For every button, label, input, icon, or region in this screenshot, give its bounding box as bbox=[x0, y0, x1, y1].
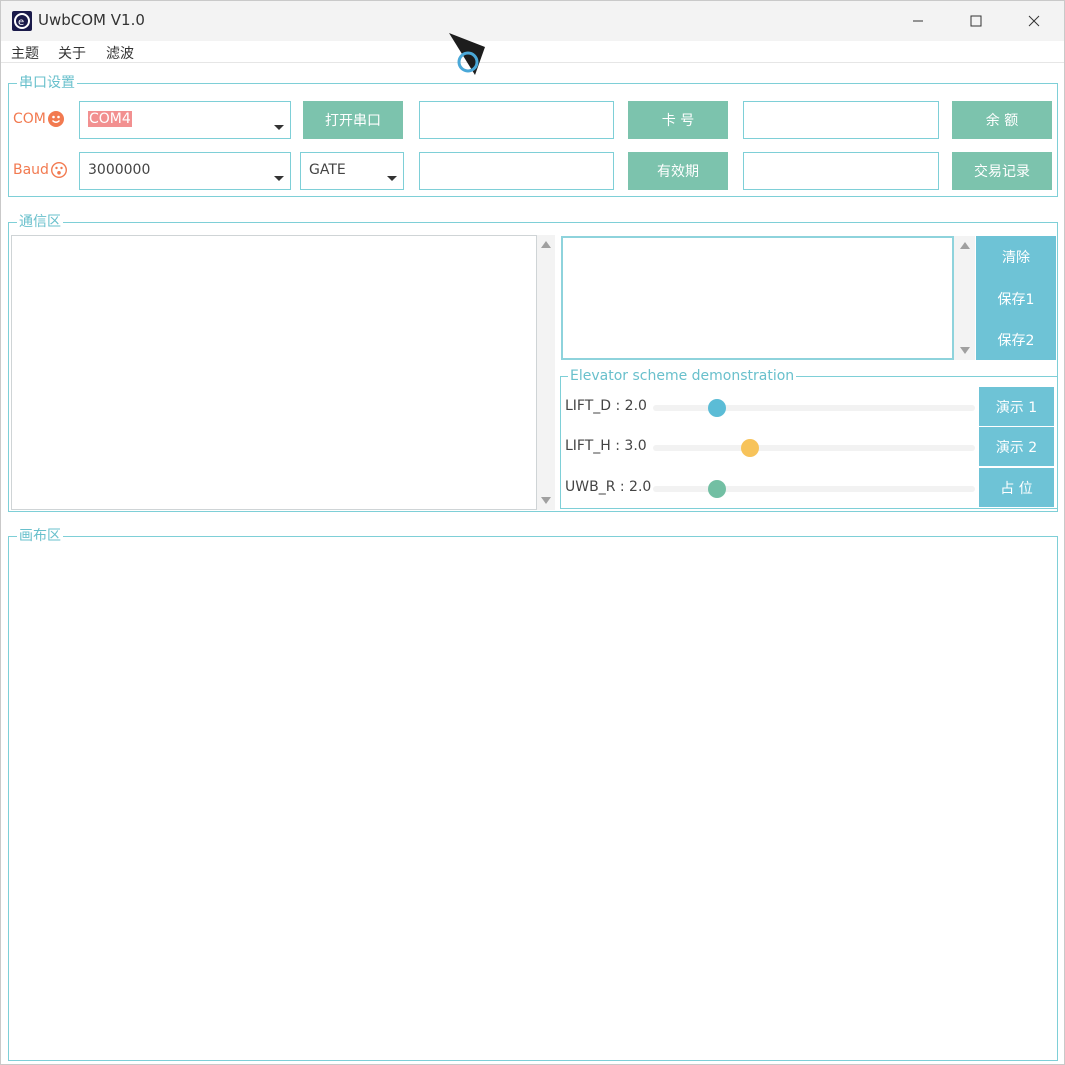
scroll-up-icon[interactable] bbox=[541, 241, 551, 248]
mode-select[interactable]: GATE bbox=[300, 152, 404, 190]
app-window: e UwbCOM V1.0 主题 关于 滤波 串口设置 COM COM4 打开串… bbox=[0, 0, 1065, 1065]
lift-h-slider[interactable] bbox=[653, 439, 975, 457]
send-scrollbar[interactable] bbox=[954, 236, 975, 360]
elevator-demo-group: Elevator scheme demonstration LIFT_D : 2… bbox=[560, 368, 1058, 509]
com-label-text: COM bbox=[13, 111, 46, 127]
com-port-selected-text: COM4 bbox=[88, 111, 132, 127]
lift-d-slider[interactable] bbox=[653, 399, 975, 417]
expiry-field[interactable] bbox=[419, 152, 614, 190]
baud-label-text: Baud bbox=[13, 162, 49, 178]
balance-button[interactable]: 余 额 bbox=[952, 101, 1052, 139]
lift-h-slider-row: LIFT_H : 3.0 bbox=[565, 435, 975, 459]
serial-settings-group: 串口设置 COM COM4 打开串口 卡 号 余 额 Baud 3000000 … bbox=[8, 75, 1058, 197]
balance-field[interactable] bbox=[743, 101, 939, 139]
save2-button[interactable]: 保存2 bbox=[976, 319, 1056, 360]
receive-textarea[interactable] bbox=[11, 235, 537, 510]
menu-bar: 主题 关于 滤波 bbox=[1, 41, 1064, 63]
lift-h-slider-knob[interactable] bbox=[740, 439, 759, 457]
serial-settings-legend: 串口设置 bbox=[17, 75, 77, 91]
save1-button[interactable]: 保存1 bbox=[976, 278, 1056, 319]
lift-d-slider-knob[interactable] bbox=[708, 399, 727, 417]
open-port-button[interactable]: 打开串口 bbox=[303, 101, 403, 139]
smile-icon bbox=[47, 111, 64, 127]
send-textarea[interactable] bbox=[561, 236, 954, 360]
window-title: UwbCOM V1.0 bbox=[38, 11, 145, 29]
lift-d-slider-row: LIFT_D : 2.0 bbox=[565, 395, 975, 419]
expiry-button[interactable]: 有效期 bbox=[628, 152, 728, 190]
uwb-r-label: UWB_R : 2.0 bbox=[565, 479, 652, 495]
demo1-button[interactable]: 演示 1 bbox=[979, 387, 1054, 426]
communication-legend: 通信区 bbox=[17, 214, 63, 230]
scroll-down-icon[interactable] bbox=[541, 497, 551, 504]
maximize-icon[interactable] bbox=[947, 1, 1005, 41]
app-logo-icon: e bbox=[12, 11, 32, 31]
mouse-cursor-icon bbox=[447, 31, 487, 81]
chevron-down-icon bbox=[274, 125, 284, 130]
records-field[interactable] bbox=[743, 152, 939, 190]
receive-scrollbar[interactable] bbox=[537, 235, 555, 510]
com-label: COM bbox=[13, 111, 64, 127]
lift-d-label: LIFT_D : 2.0 bbox=[565, 398, 647, 414]
clear-button[interactable]: 清除 bbox=[976, 236, 1056, 278]
chevron-down-icon bbox=[274, 176, 284, 181]
communication-group: 通信区 清除 保存1 保存2 Elevator scheme demonstra… bbox=[8, 214, 1058, 512]
card-number-field[interactable] bbox=[419, 101, 614, 139]
baud-rate-value: 3000000 bbox=[88, 162, 151, 178]
uwb-r-slider[interactable] bbox=[653, 480, 975, 498]
elevator-demo-legend: Elevator scheme demonstration bbox=[568, 368, 797, 384]
com-port-value: COM4 bbox=[88, 111, 132, 127]
svg-text:e: e bbox=[18, 17, 24, 28]
scroll-up-icon[interactable] bbox=[959, 242, 970, 249]
mode-value: GATE bbox=[309, 162, 346, 178]
scroll-down-icon[interactable] bbox=[959, 347, 970, 354]
demo2-button[interactable]: 演示 2 bbox=[979, 427, 1054, 466]
com-port-select[interactable]: COM4 bbox=[79, 101, 291, 139]
close-icon[interactable] bbox=[1005, 1, 1063, 41]
card-number-button[interactable]: 卡 号 bbox=[628, 101, 728, 139]
minimize-icon[interactable] bbox=[889, 1, 947, 41]
transaction-records-button[interactable]: 交易记录 bbox=[952, 152, 1052, 190]
chevron-down-icon bbox=[387, 176, 397, 181]
placeholder-button[interactable]: 占 位 bbox=[979, 468, 1054, 507]
baud-rate-select[interactable]: 3000000 bbox=[79, 152, 291, 190]
baud-label: Baud bbox=[13, 162, 67, 178]
uwb-r-slider-row: UWB_R : 2.0 bbox=[565, 476, 975, 500]
title-bar: e UwbCOM V1.0 bbox=[1, 1, 1064, 41]
uwb-r-slider-knob[interactable] bbox=[708, 480, 727, 498]
drawing-canvas[interactable] bbox=[9, 537, 1057, 1060]
menu-theme[interactable]: 主题 bbox=[11, 43, 39, 63]
surprised-face-icon bbox=[50, 162, 67, 178]
canvas-group: 画布区 bbox=[8, 528, 1058, 1061]
lift-h-label: LIFT_H : 3.0 bbox=[565, 438, 647, 454]
menu-about[interactable]: 关于 bbox=[58, 43, 86, 63]
menu-filter[interactable]: 滤波 bbox=[106, 43, 134, 63]
